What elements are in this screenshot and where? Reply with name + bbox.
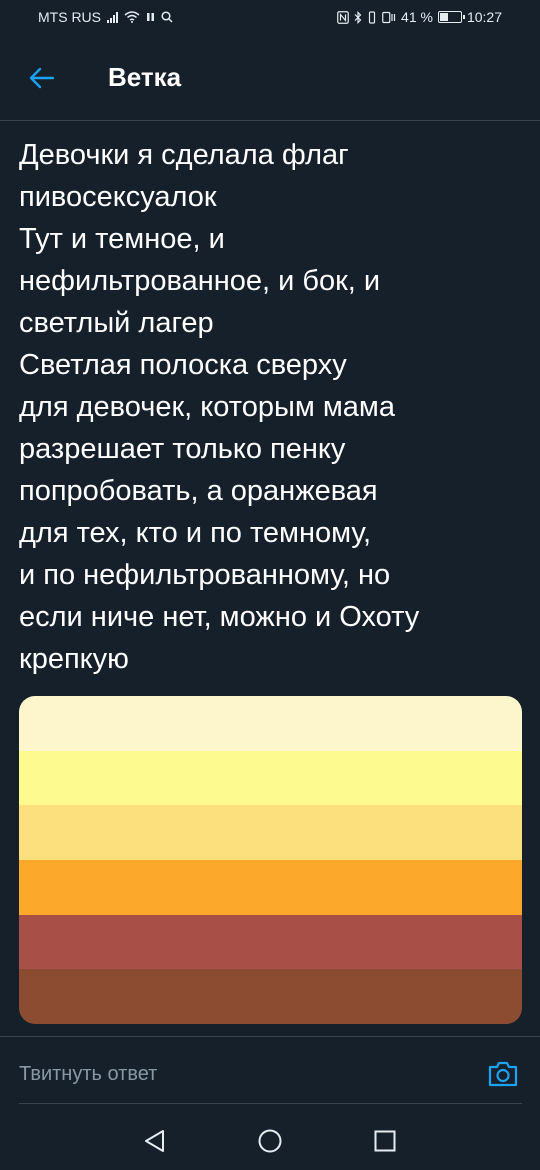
status-left: MTS RUS (38, 9, 173, 25)
triangle-back-icon (145, 1130, 164, 1152)
data-transfer-icon (382, 11, 396, 23)
system-nav-bar (0, 1110, 540, 1170)
flag-stripe-6 (19, 969, 522, 1024)
wifi-icon (124, 11, 140, 23)
bluetooth-icon (354, 10, 362, 24)
square-recents-icon (374, 1130, 396, 1152)
battery-percent: 41 % (401, 9, 433, 25)
pause-icon (147, 13, 154, 21)
nav-home-button[interactable] (257, 1128, 283, 1154)
arrow-left-icon (29, 67, 55, 89)
search-icon (161, 11, 173, 23)
flag-stripe-1 (19, 696, 522, 751)
status-bar: MTS RUS 41 % 10:27 (0, 0, 540, 34)
nav-back-button[interactable] (142, 1128, 168, 1154)
nav-recents-button[interactable] (372, 1128, 398, 1154)
camera-button[interactable] (486, 1057, 520, 1091)
flag-stripe-3 (19, 805, 522, 861)
carrier-label: MTS RUS (38, 9, 101, 25)
battery-icon (437, 11, 465, 23)
flag-stripe-5 (19, 914, 522, 970)
header: Ветка (0, 34, 540, 121)
reply-input[interactable]: Твитнуть ответ (19, 1063, 459, 1086)
flag-stripe-2 (19, 750, 522, 806)
clock: 10:27 (466, 9, 502, 25)
page-title: Ветка (108, 62, 182, 92)
tweet-text: Девочки я сделала флаг пивосексуалок Тут… (19, 139, 420, 675)
reply-underline (19, 1103, 522, 1104)
flag-stripe-4 (19, 860, 522, 915)
battery-fill (439, 13, 448, 21)
cellular-signal-icon (107, 11, 118, 23)
vibrate-icon (368, 10, 376, 24)
reply-composer: Твитнуть ответ (0, 1036, 540, 1109)
circle-home-icon (258, 1129, 282, 1153)
status-right: 41 % 10:27 (337, 9, 502, 25)
nfc-icon (337, 10, 349, 24)
back-button[interactable] (22, 58, 62, 98)
camera-icon (488, 1061, 518, 1087)
screen: MTS RUS 41 % 10:27 Ветка Девочки я сдела… (0, 0, 540, 1170)
tweet-image-flag[interactable] (19, 696, 522, 1024)
